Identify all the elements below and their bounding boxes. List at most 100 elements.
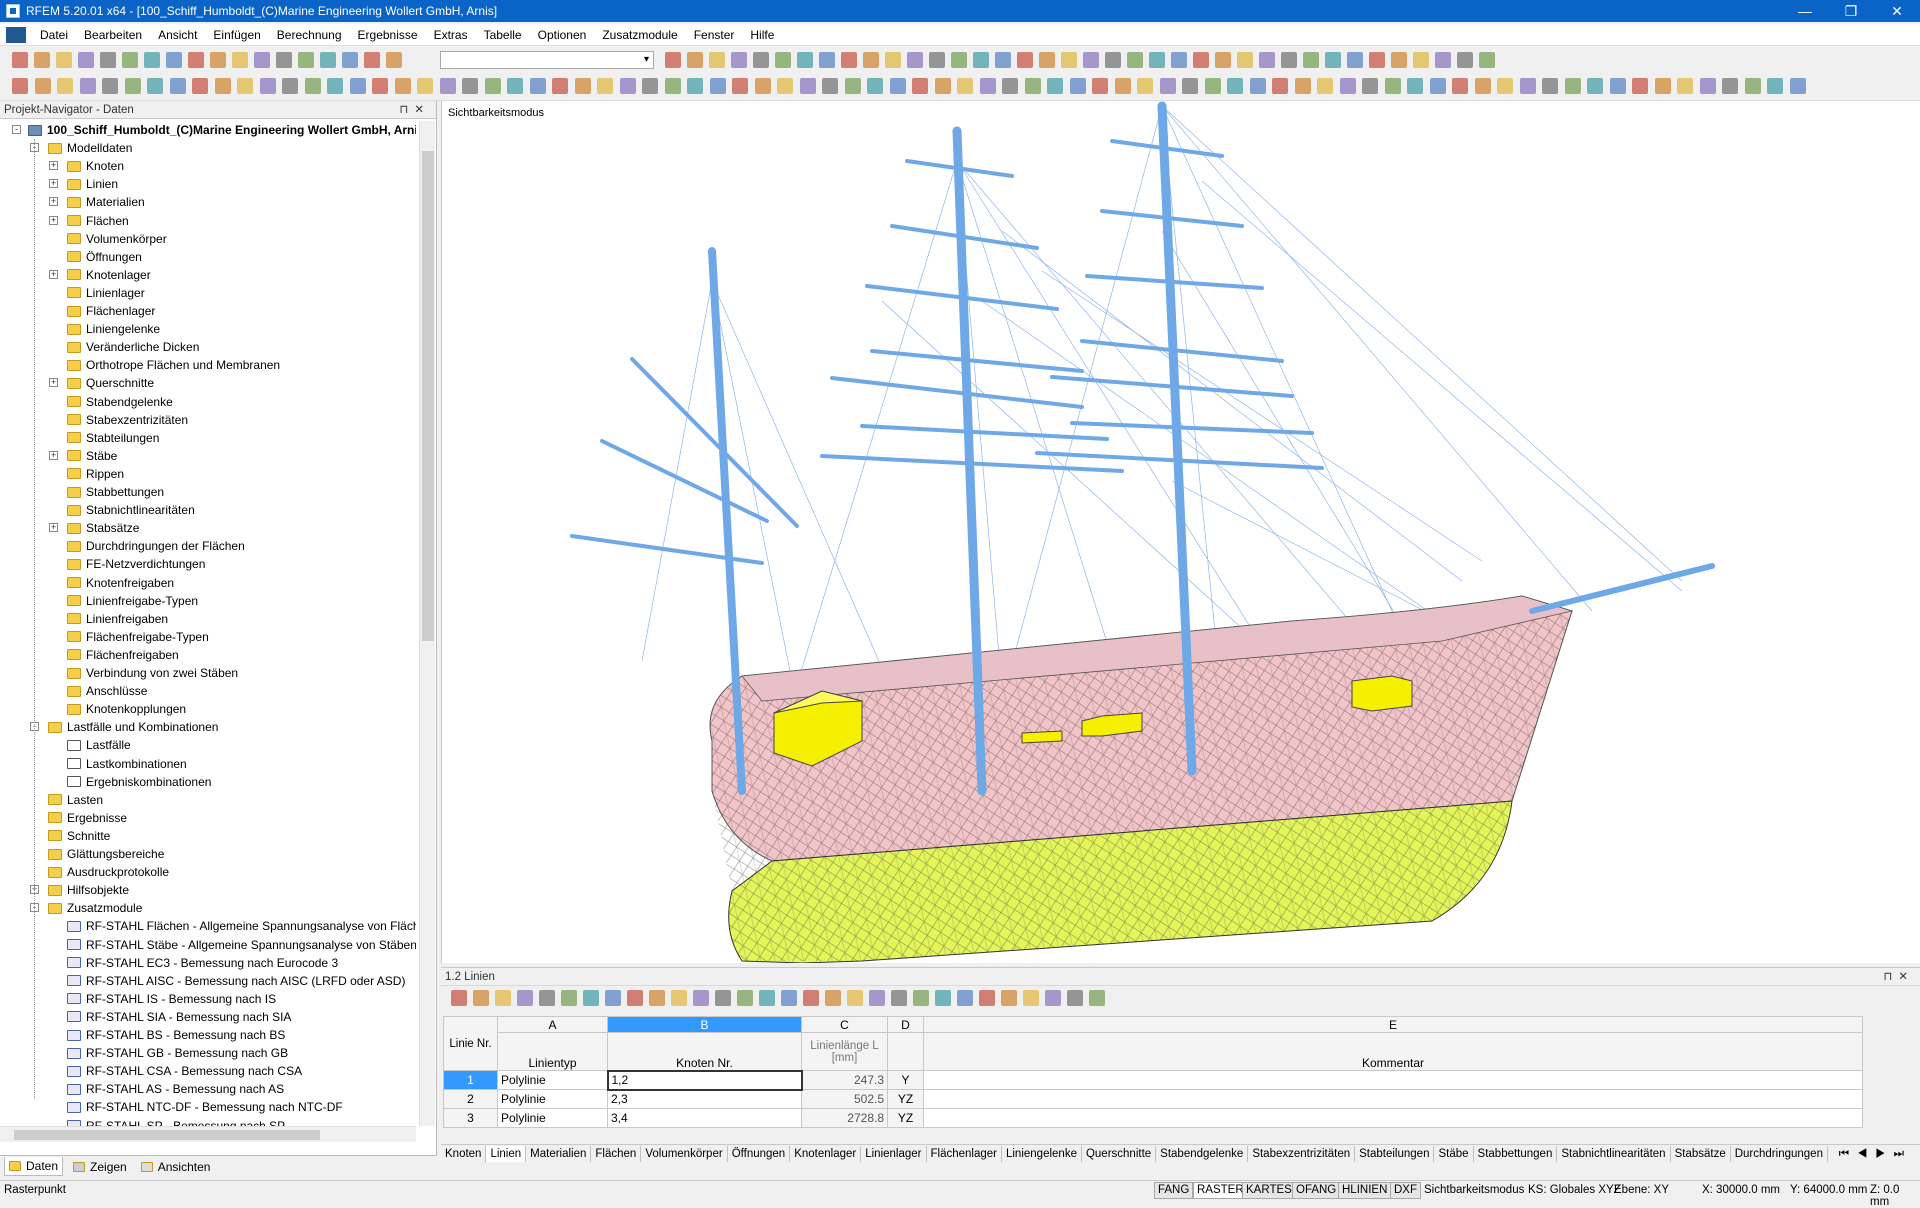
toolbar-button[interactable] — [495, 990, 511, 1006]
menu-hilfe[interactable]: Hilfe — [742, 28, 782, 42]
menu-tabelle[interactable]: Tabelle — [476, 28, 530, 42]
toolbar-button[interactable] — [1249, 78, 1266, 94]
sheet-tab[interactable]: Querschnitte — [1082, 1145, 1157, 1162]
toolbar-button[interactable] — [552, 78, 568, 94]
sheet-tab[interactable]: Volumenkörper — [641, 1145, 728, 1162]
sheet-tab[interactable]: Öffnungen — [728, 1145, 791, 1162]
toolbar-button[interactable] — [232, 52, 248, 68]
toolbar-button[interactable] — [627, 990, 643, 1006]
toolbar-button[interactable] — [841, 52, 857, 68]
col-letter-c[interactable]: C — [801, 1016, 888, 1033]
toolbar-button[interactable] — [995, 52, 1011, 68]
tree-item[interactable]: Orthotrope Flächen und Membranen — [67, 356, 280, 374]
toolbar-button[interactable] — [1339, 78, 1356, 94]
tab-zeigen[interactable]: Zeigen — [69, 1158, 131, 1176]
toolbar-button[interactable] — [819, 52, 835, 68]
toolbar-button[interactable] — [664, 78, 681, 94]
toolbar-button[interactable] — [825, 990, 841, 1006]
sheet-tab[interactable]: Knoten — [441, 1145, 487, 1162]
tree-item[interactable]: RF-STAHL CSA - Bemessung nach CSA — [67, 1062, 302, 1080]
col-letter-e[interactable]: E — [923, 1016, 1863, 1033]
tree-item[interactable]: Veränderliche Dicken — [67, 338, 199, 356]
tab-ansichten[interactable]: Ansichten — [137, 1158, 215, 1176]
sheet-tab[interactable]: Knotenlager — [790, 1145, 862, 1162]
toolbar-button[interactable] — [869, 990, 885, 1006]
toolbar-button[interactable] — [1391, 52, 1407, 68]
tree-item[interactable]: RF-STAHL AISC - Bemessung nach AISC (LRF… — [67, 972, 405, 990]
toolbar-button[interactable] — [889, 78, 906, 94]
tree-item[interactable]: Knotenkopplungen — [67, 700, 186, 718]
tree-item[interactable]: Durchdringungen der Flächen — [67, 537, 245, 555]
cell-knoten[interactable]: 2,3 — [607, 1089, 802, 1109]
toolbar-button[interactable] — [1767, 78, 1783, 94]
tree-item[interactable]: + Knotenlager — [49, 266, 151, 284]
toolbar-button[interactable] — [1474, 78, 1491, 94]
toolbar-button[interactable] — [665, 52, 681, 68]
toolbar-button[interactable] — [34, 78, 51, 94]
toolbar-button[interactable] — [973, 52, 989, 68]
ofang-button[interactable]: OFANG — [1292, 1182, 1341, 1199]
tree-item[interactable]: FE-Netzverdichtungen — [67, 555, 205, 573]
dxf-button[interactable]: DXF — [1390, 1182, 1421, 1199]
toolbar-button[interactable] — [1789, 78, 1806, 94]
toolbar-button[interactable] — [1362, 78, 1378, 94]
toolbar-button[interactable] — [1325, 52, 1341, 68]
navigator-pin-close[interactable]: ⊓✕ — [399, 101, 436, 118]
toolbar-button[interactable] — [1677, 78, 1693, 94]
navigator-horizontal-scrollbar[interactable] — [0, 1126, 416, 1142]
toolbar-button[interactable] — [951, 52, 967, 68]
tree-item[interactable]: Flächenfreigabe-Typen — [67, 628, 209, 646]
toolbar-button[interactable] — [34, 52, 50, 68]
toolbar-button[interactable] — [57, 78, 73, 94]
toolbar-button[interactable] — [1587, 78, 1603, 94]
tree-item[interactable]: Lastfälle — [67, 736, 131, 754]
toolbar-button[interactable] — [1429, 78, 1446, 94]
tree-item[interactable]: Glättungsbereiche — [48, 845, 164, 863]
toolbar-button[interactable] — [1654, 78, 1671, 94]
toolbar-button[interactable] — [605, 990, 621, 1006]
toolbar-button[interactable] — [1435, 52, 1451, 68]
toolbar-button[interactable] — [583, 990, 599, 1006]
toolbar-button[interactable] — [1457, 52, 1473, 68]
toolbar-button[interactable] — [1204, 78, 1221, 94]
tree-item[interactable]: + Stabsätze — [49, 519, 139, 537]
toolbar-button[interactable] — [1497, 78, 1513, 94]
toolbar-button[interactable] — [912, 78, 928, 94]
toolbar-button[interactable] — [282, 78, 298, 94]
toolbar-button[interactable] — [254, 52, 270, 68]
tree-item[interactable]: Linienfreigaben — [67, 610, 168, 628]
toolbar-button[interactable] — [597, 78, 613, 94]
sheet-tab[interactable]: Stabsätze — [1671, 1145, 1731, 1162]
menu-extras[interactable]: Extras — [426, 28, 476, 42]
minimize-button[interactable]: — — [1782, 0, 1828, 22]
tree-item[interactable]: RF-STAHL AS - Bemessung nach AS — [67, 1080, 284, 1098]
toolbar-button[interactable] — [1069, 78, 1086, 94]
tree-item[interactable]: Lastkombinationen — [67, 755, 187, 773]
toolbar-button[interactable] — [1281, 52, 1297, 68]
tree-item[interactable]: RF-STAHL SIA - Bemessung nach SIA — [67, 1008, 291, 1026]
toolbar-button[interactable] — [642, 78, 658, 94]
toolbar-button[interactable] — [507, 78, 523, 94]
toolbar-button[interactable] — [1159, 78, 1176, 94]
tree-item[interactable]: Stabteilungen — [67, 429, 159, 447]
toolbar-button[interactable] — [1259, 52, 1275, 68]
toolbar-button[interactable] — [1039, 52, 1055, 68]
tree-item[interactable]: Flächenlager — [67, 302, 155, 320]
tree-item[interactable]: RF-STAHL EC3 - Bemessung nach Eurocode 3 — [67, 954, 338, 972]
toolbar-button[interactable] — [327, 78, 343, 94]
toolbar-button[interactable] — [1384, 78, 1401, 94]
toolbar-button[interactable] — [1193, 52, 1209, 68]
toolbar-button[interactable] — [1092, 78, 1108, 94]
toolbar-button[interactable] — [935, 990, 951, 1006]
toolbar-button[interactable] — [574, 78, 591, 94]
toolbar-button[interactable] — [210, 52, 226, 68]
toolbar-button[interactable] — [619, 78, 636, 94]
toolbar-button[interactable] — [913, 990, 929, 1006]
tree-expander[interactable]: + — [49, 378, 58, 388]
toolbar-button[interactable] — [1272, 78, 1288, 94]
tree-item[interactable]: + Knoten — [49, 157, 124, 175]
toolbar-button[interactable] — [79, 78, 96, 94]
tree-expander[interactable]: + — [49, 215, 58, 225]
sheet-tab[interactable]: Stabnichtlinearitäten — [1557, 1145, 1671, 1162]
toolbar-button[interactable] — [529, 78, 546, 94]
